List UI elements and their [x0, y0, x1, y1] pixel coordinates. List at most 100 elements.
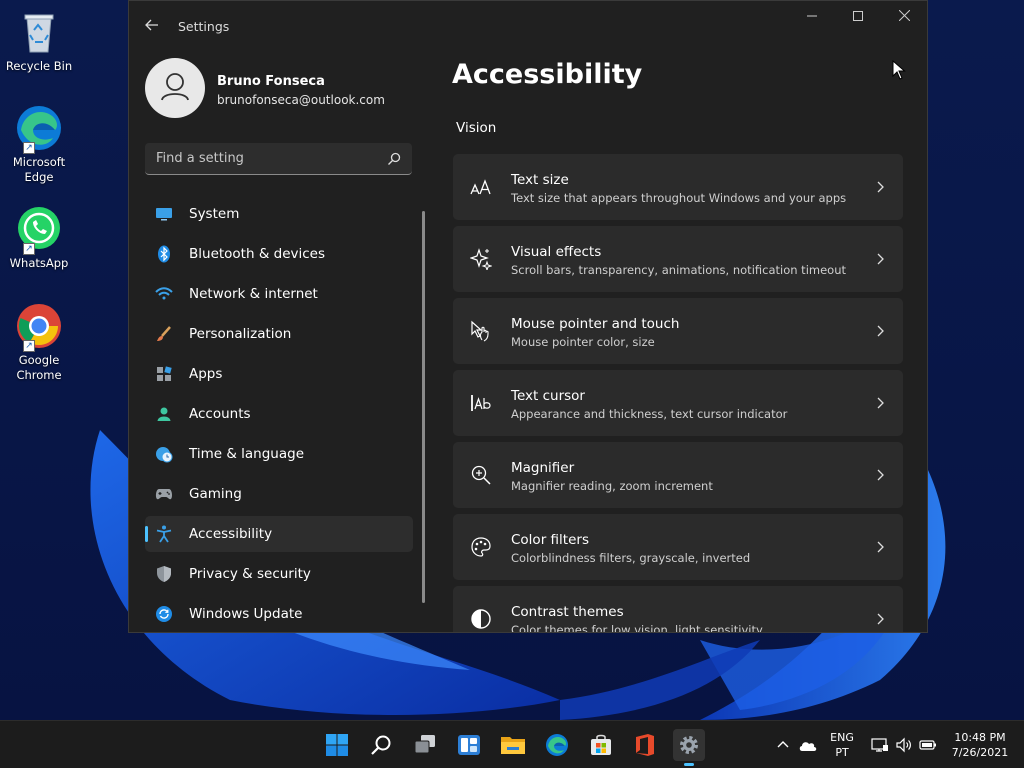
sidebar-item-label: Bluetooth & devices: [189, 246, 326, 262]
volume-icon[interactable]: [895, 737, 913, 753]
accessibility-icon: [155, 525, 173, 543]
recycle-bin-icon: [15, 8, 63, 56]
text-cursor-icon: [470, 392, 492, 414]
task-view-button[interactable]: [409, 729, 441, 761]
setting-description: Scroll bars, transparency, animations, n…: [511, 263, 846, 277]
back-arrow-icon: [145, 19, 158, 31]
maximize-icon: [853, 11, 863, 21]
store-icon: [591, 734, 611, 755]
edge-icon: [546, 734, 568, 756]
title-bar: Settings: [129, 1, 927, 49]
setting-description: Appearance and thickness, text cursor in…: [511, 407, 788, 421]
setting-card-mouse-pointer-touch[interactable]: Mouse pointer and touch Mouse pointer co…: [453, 298, 903, 364]
setting-title: Contrast themes: [511, 604, 624, 620]
sidebar-item-label: Gaming: [189, 486, 242, 502]
profile-email: brunofonseca@outlook.com: [217, 93, 385, 107]
clock-date: 7/26/2021: [951, 746, 1009, 759]
store-button[interactable]: [585, 729, 617, 761]
update-icon: [155, 605, 173, 623]
desktop-icon-google-chrome[interactable]: ↗ Google Chrome: [4, 302, 74, 383]
chevron-right-icon: [877, 469, 884, 481]
clock-time: 10:48 PM: [954, 731, 1006, 744]
setting-title: Color filters: [511, 532, 589, 548]
settings-window: Settings Bruno Fonseca brunofonseca@outl…: [128, 0, 928, 633]
sidebar-item-accessibility[interactable]: Accessibility: [145, 516, 413, 552]
active-app-indicator: [684, 763, 694, 766]
mouse-cursor-icon: [892, 60, 906, 80]
setting-description: Magnifier reading, zoom increment: [511, 479, 713, 493]
chevron-up-icon[interactable]: [776, 737, 790, 751]
chevron-right-icon: [877, 541, 884, 553]
folder-icon: [501, 737, 525, 754]
sidebar-item-label: System: [189, 206, 240, 222]
settings-list: Text size Text size that appears through…: [453, 154, 903, 632]
desktop-icon-microsoft-edge[interactable]: ↗ Microsoft Edge: [4, 104, 74, 185]
setting-card-text-size[interactable]: Text size Text size that appears through…: [453, 154, 903, 220]
edge-taskbar-button[interactable]: [541, 729, 573, 761]
language-code: ENG: [830, 731, 854, 744]
sidebar-item-label: Accessibility: [189, 526, 273, 542]
maximize-button[interactable]: [835, 5, 881, 31]
setting-card-color-filters[interactable]: Color filters Colorblindness filters, gr…: [453, 514, 903, 580]
minimize-icon: [807, 15, 817, 17]
sidebar-item-apps[interactable]: Apps: [145, 356, 413, 392]
office-icon: [636, 734, 654, 756]
selection-indicator: [145, 526, 148, 542]
wifi-icon: [155, 285, 173, 303]
sidebar-scrollbar[interactable]: [422, 211, 425, 603]
edge-icon: ↗: [15, 104, 63, 154]
minimize-button[interactable]: [789, 5, 835, 31]
battery-icon[interactable]: [919, 737, 937, 753]
sidebar-item-gaming[interactable]: Gaming: [145, 476, 413, 512]
office-button[interactable]: [629, 729, 661, 761]
setting-title: Mouse pointer and touch: [511, 316, 680, 332]
palette-icon: [470, 536, 492, 558]
desktop-icon-label: Recycle Bin: [5, 59, 73, 73]
network-icon[interactable]: [871, 737, 889, 753]
sidebar-item-system[interactable]: System: [145, 196, 413, 232]
task-view-icon: [414, 735, 435, 754]
sidebar-item-label: Personalization: [189, 326, 292, 342]
start-button[interactable]: [321, 729, 353, 761]
sidebar-item-windows-update[interactable]: Windows Update: [145, 596, 413, 632]
apps-icon: [155, 365, 173, 383]
desktop-icon-recycle-bin[interactable]: Recycle Bin: [4, 8, 74, 74]
desktop-icon-whatsapp[interactable]: ↗ WhatsApp: [4, 205, 74, 271]
taskbar-search-button[interactable]: [365, 729, 397, 761]
chrome-icon: ↗: [15, 302, 63, 352]
widgets-button[interactable]: [453, 729, 485, 761]
close-icon: [898, 9, 910, 22]
shield-icon: [155, 565, 173, 583]
sidebar-item-label: Apps: [189, 366, 223, 382]
search-icon: [371, 735, 391, 755]
onedrive-cloud-icon[interactable]: [798, 738, 818, 752]
desktop-icon-label: Google Chrome: [16, 353, 62, 382]
setting-title: Text size: [511, 172, 569, 188]
whatsapp-icon: ↗: [15, 205, 63, 255]
file-explorer-button[interactable]: [497, 729, 529, 761]
setting-card-contrast-themes[interactable]: Contrast themes Color themes for low vis…: [453, 586, 903, 632]
sidebar-item-privacy-security[interactable]: Privacy & security: [145, 556, 413, 592]
person-icon: [155, 405, 173, 423]
input-language-indicator[interactable]: ENG PT: [826, 730, 858, 760]
sidebar-item-label: Accounts: [189, 406, 251, 422]
sidebar-item-bluetooth-devices[interactable]: Bluetooth & devices: [145, 236, 413, 272]
settings-taskbar-button[interactable]: [673, 729, 705, 766]
section-heading: Vision: [456, 120, 497, 136]
search-placeholder: Find a setting: [156, 151, 244, 166]
search-input[interactable]: Find a setting: [145, 143, 412, 175]
sidebar-item-personalization[interactable]: Personalization: [145, 316, 413, 352]
taskbar: ENG PT 10:48 PM 7/26/2021: [0, 720, 1024, 768]
setting-card-visual-effects[interactable]: Visual effects Scroll bars, transparency…: [453, 226, 903, 292]
setting-card-magnifier[interactable]: Magnifier Magnifier reading, zoom increm…: [453, 442, 903, 508]
avatar: [145, 58, 205, 118]
close-button[interactable]: [881, 5, 927, 31]
back-button[interactable]: [141, 14, 163, 36]
sidebar-item-network-internet[interactable]: Network & internet: [145, 276, 413, 312]
setting-card-text-cursor[interactable]: Text cursor Appearance and thickness, te…: [453, 370, 903, 436]
sidebar-item-label: Windows Update: [189, 606, 303, 622]
sidebar-item-time-language[interactable]: Time & language: [145, 436, 413, 472]
taskbar-clock[interactable]: 10:48 PM 7/26/2021: [944, 730, 1016, 760]
sidebar-item-accounts[interactable]: Accounts: [145, 396, 413, 432]
user-profile[interactable]: Bruno Fonseca brunofonseca@outlook.com: [145, 58, 415, 120]
